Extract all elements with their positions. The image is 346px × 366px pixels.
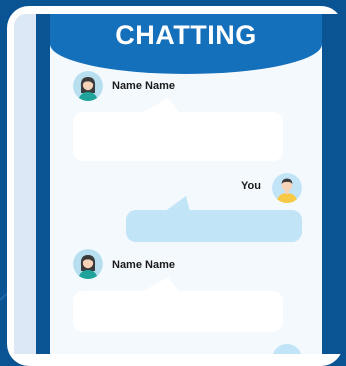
male-avatar-icon — [272, 173, 302, 203]
message-bubble-incoming — [73, 291, 283, 332]
sender-name: Name Name — [112, 259, 175, 271]
sender-name: You — [241, 180, 261, 192]
phone-bezel-right — [322, 14, 346, 354]
female-avatar-icon — [73, 71, 103, 101]
message-bubble-outgoing — [126, 210, 302, 242]
page-title: CHATTING — [115, 20, 257, 50]
chat-screen: CHATTING Name Name You Name Name — [50, 14, 322, 354]
sender-name: Name Name — [112, 80, 175, 92]
phone-bezel-left — [36, 14, 50, 354]
message-bubble-incoming — [73, 112, 283, 161]
phone-side-panel — [14, 14, 36, 354]
avatar-partial — [272, 344, 302, 354]
female-avatar-icon — [73, 249, 103, 279]
